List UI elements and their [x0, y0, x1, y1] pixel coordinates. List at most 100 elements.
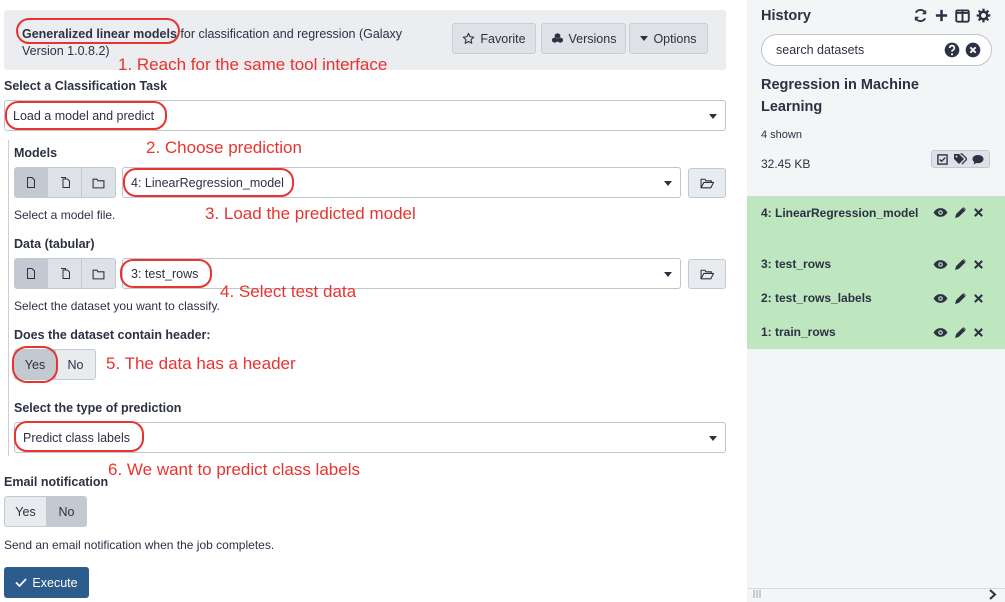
- help-icon[interactable]: [944, 42, 960, 58]
- folder-open-icon: [700, 177, 714, 189]
- files-icon: [59, 267, 71, 280]
- data-help: Select the dataset you want to classify.: [14, 299, 220, 313]
- caret-down-icon: [640, 36, 649, 41]
- chevron-down-icon: [709, 114, 717, 119]
- email-help: Send an email notification when the job …: [4, 538, 275, 552]
- single-dataset-button[interactable]: [14, 167, 48, 198]
- dataset-name: 4: LinearRegression_model: [761, 206, 919, 220]
- collection-button[interactable]: [82, 167, 116, 198]
- file-icon: [25, 176, 37, 189]
- dataset-name: 2: test_rows_labels: [761, 291, 872, 305]
- tags-icon[interactable]: [953, 153, 967, 165]
- refresh-icon[interactable]: [913, 8, 928, 23]
- favorite-button[interactable]: Favorite: [452, 23, 536, 54]
- history-actions: [931, 150, 990, 168]
- dataset-name: 1: train_rows: [761, 325, 836, 339]
- chevron-down-icon: [664, 272, 672, 277]
- annotation-ring-tool-name: [16, 18, 180, 44]
- multiple-datasets-button[interactable]: [48, 167, 82, 198]
- annotation-ring-models: [123, 168, 294, 197]
- dataset-actions: [933, 326, 984, 339]
- gear-icon[interactable]: [976, 8, 991, 23]
- delete-icon[interactable]: [973, 259, 984, 270]
- history-title: History: [761, 8, 811, 24]
- models-help: Select a model file.: [14, 208, 116, 222]
- execute-button[interactable]: Execute: [4, 567, 89, 598]
- pencil-icon[interactable]: [954, 292, 967, 305]
- section-divider: [8, 140, 9, 456]
- annotation-1: 1. Reach for the same tool interface: [118, 55, 388, 74]
- annotation-2: 2. Choose prediction: [146, 138, 302, 157]
- dataset-actions: [933, 206, 984, 219]
- delete-icon[interactable]: [973, 207, 984, 218]
- task-label: Select a Classification Task: [4, 79, 168, 93]
- annotation-3: 3. Load the predicted model: [205, 204, 416, 223]
- versions-label: Versions: [568, 31, 617, 46]
- single-dataset-button[interactable]: [14, 258, 48, 289]
- multiple-datasets-button[interactable]: [48, 258, 82, 289]
- pencil-icon[interactable]: [954, 326, 967, 339]
- annotation-ring-task: [5, 101, 167, 130]
- options-button[interactable]: Options: [629, 23, 708, 54]
- data-label: Data (tabular): [14, 237, 95, 251]
- delete-icon[interactable]: [973, 327, 984, 338]
- shown-count: 4 shown: [761, 129, 802, 141]
- files-icon: [59, 176, 71, 189]
- dataset-item[interactable]: 3: test_rows: [747, 247, 1005, 281]
- eye-icon[interactable]: [933, 259, 948, 270]
- search-placeholder: search datasets: [776, 43, 865, 57]
- header-no-button[interactable]: No: [56, 349, 96, 380]
- history-toolbar: [913, 8, 991, 23]
- folder-icon: [92, 177, 105, 189]
- prediction-label: Select the type of prediction: [14, 401, 182, 415]
- history-name[interactable]: Regression in Machine Learning: [761, 74, 961, 118]
- collection-button[interactable]: [82, 258, 116, 289]
- annotation-ring-header: [12, 346, 58, 383]
- email-no-button[interactable]: No: [47, 496, 87, 527]
- dataset-list: 4: LinearRegression_model 3: test_rows 2…: [747, 196, 1005, 349]
- email-yes-button[interactable]: Yes: [4, 496, 47, 527]
- eye-icon[interactable]: [933, 327, 948, 338]
- email-label: Email notification: [4, 475, 109, 489]
- cubes-icon: [551, 32, 564, 45]
- browse-data-button[interactable]: [688, 259, 726, 289]
- pencil-icon[interactable]: [954, 258, 967, 271]
- execute-label: Execute: [32, 575, 78, 590]
- dataset-actions: [933, 292, 984, 305]
- chevron-right-icon[interactable]: [988, 589, 997, 600]
- versions-button[interactable]: Versions: [541, 23, 626, 54]
- columns-icon[interactable]: [955, 8, 970, 23]
- chevron-down-icon: [709, 436, 717, 441]
- file-icon: [25, 267, 37, 280]
- check-square-icon[interactable]: [937, 153, 949, 165]
- drag-handle-icon[interactable]: [753, 589, 761, 599]
- models-source-toggle: [14, 167, 116, 198]
- folder-icon: [92, 268, 105, 280]
- dataset-name: 3: test_rows: [761, 257, 832, 271]
- options-label: Options: [653, 31, 697, 46]
- plus-icon[interactable]: [934, 8, 949, 23]
- annotation-6: 6. We want to predict class labels: [108, 460, 360, 479]
- folder-open-icon: [700, 268, 714, 280]
- favorite-label: Favorite: [480, 31, 526, 46]
- dataset-item[interactable]: 1: train_rows: [747, 315, 1005, 349]
- annotation-5: 5. The data has a header: [106, 354, 296, 373]
- browse-models-button[interactable]: [688, 168, 726, 198]
- dataset-item[interactable]: 4: LinearRegression_model: [747, 196, 1005, 247]
- chevron-down-icon: [664, 181, 672, 186]
- star-icon: [462, 32, 475, 45]
- dataset-item[interactable]: 2: test_rows_labels: [747, 281, 1005, 315]
- history-size: 32.45 KB: [761, 157, 811, 171]
- eye-icon[interactable]: [933, 293, 948, 304]
- models-label: Models: [14, 146, 58, 160]
- email-toggle: Yes No: [4, 496, 87, 527]
- data-source-toggle: [14, 258, 116, 289]
- comment-icon[interactable]: [972, 154, 984, 165]
- clear-search-icon[interactable]: [965, 42, 981, 58]
- delete-icon[interactable]: [973, 293, 984, 304]
- annotation-4: 4. Select test data: [220, 282, 357, 301]
- eye-icon[interactable]: [933, 207, 948, 218]
- pencil-icon[interactable]: [954, 206, 967, 219]
- dataset-actions: [933, 258, 984, 271]
- header-label: Does the dataset contain header:: [14, 328, 211, 342]
